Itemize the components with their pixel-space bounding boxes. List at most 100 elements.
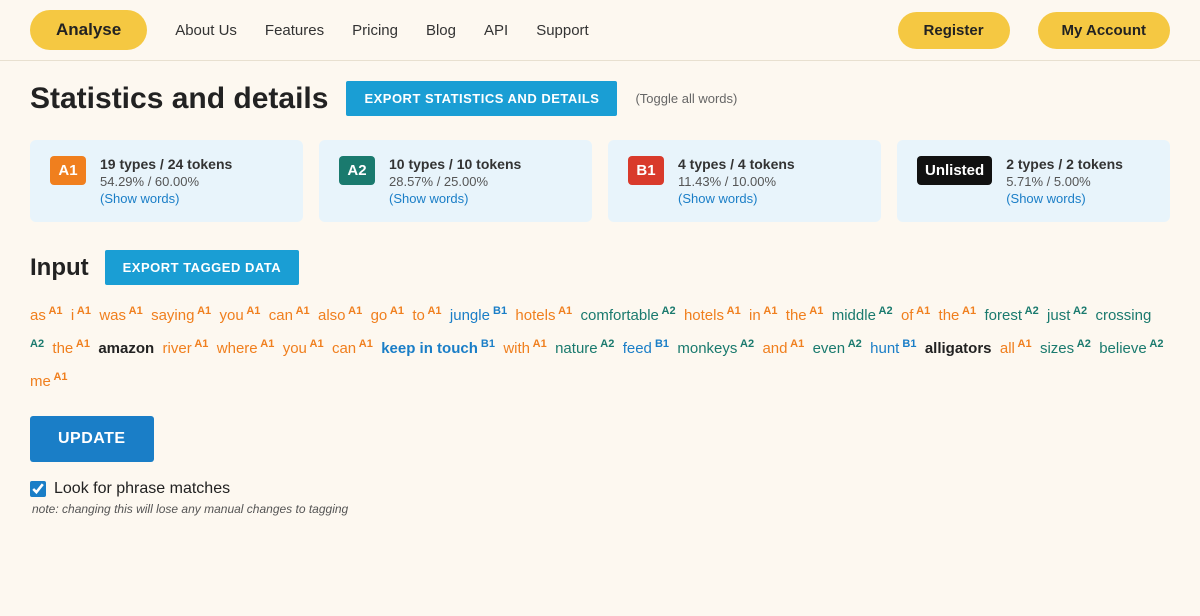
nav-api-link[interactable]: API (484, 22, 508, 39)
word-the3: the (52, 340, 73, 357)
a1-badge: A1 (50, 156, 86, 185)
tag-hunt: B1 (899, 338, 916, 350)
input-header: Input EXPORT TAGGED DATA (30, 250, 1170, 285)
page-header: Statistics and details EXPORT STATISTICS… (30, 81, 1170, 116)
tag-can2: A1 (356, 338, 373, 350)
unlisted-show-words-link[interactable]: (Show words) (1006, 191, 1123, 206)
word-hunt: hunt (870, 340, 899, 357)
b1-badge: B1 (628, 156, 664, 185)
b1-pct: 11.43% / 10.00% (678, 174, 795, 189)
nav-about-link[interactable]: About Us (175, 22, 237, 39)
tag-also: A1 (346, 305, 363, 317)
word-feed: feed (623, 340, 652, 357)
a1-types: 19 types / 24 tokens (100, 156, 232, 172)
tagged-text-area: as A1 i A1 was A1 saying A1 you A1 can A… (30, 299, 1170, 398)
word-can2: can (332, 340, 356, 357)
page-title: Statistics and details (30, 82, 328, 116)
tag-nature: A2 (598, 338, 615, 350)
word-jungle: jungle (450, 307, 490, 324)
tag-saying: A1 (194, 305, 211, 317)
input-title: Input (30, 254, 89, 282)
b1-show-words-link[interactable]: (Show words) (678, 191, 795, 206)
word-in: in (749, 307, 761, 324)
word-forest: forest (984, 307, 1022, 324)
tag-you2: A1 (307, 338, 324, 350)
a1-pct: 54.29% / 60.00% (100, 174, 232, 189)
tag-jungle: B1 (490, 305, 507, 317)
word-even: even (813, 340, 846, 357)
tag-all: A1 (1015, 338, 1032, 350)
a2-show-words-link[interactable]: (Show words) (389, 191, 521, 206)
tag-as: A1 (46, 305, 63, 317)
nav-support-link[interactable]: Support (536, 22, 589, 39)
word-all: all (1000, 340, 1015, 357)
stat-card-b1: B1 4 types / 4 tokens 11.43% / 10.00% (S… (608, 140, 881, 222)
toggle-all-words-link[interactable]: (Toggle all words) (635, 91, 737, 106)
nav-pricing-link[interactable]: Pricing (352, 22, 398, 39)
update-button[interactable]: UPDATE (30, 416, 154, 462)
a2-badge: A2 (339, 156, 375, 185)
tag-river: A1 (192, 338, 209, 350)
phrase-keep-in-touch: keep in touch (381, 340, 478, 357)
word-alligators: alligators (925, 340, 992, 357)
tag-feed: B1 (652, 338, 669, 350)
tag-middle: A2 (876, 305, 893, 317)
word-monkeys: monkeys (677, 340, 737, 357)
nav-features-link[interactable]: Features (265, 22, 324, 39)
tag-with: A1 (530, 338, 547, 350)
word-believe: believe (1099, 340, 1147, 357)
tag-hotels2: A1 (724, 305, 741, 317)
word-crossing: crossing (1095, 307, 1151, 324)
tag-crossing: A2 (30, 338, 44, 350)
word-the1: the (786, 307, 807, 324)
nav-analyse-button[interactable]: Analyse (30, 10, 147, 50)
tag-was: A1 (126, 305, 143, 317)
word-amazon: amazon (98, 340, 154, 357)
tag-hotels1: A1 (555, 305, 572, 317)
word-nature: nature (555, 340, 598, 357)
export-tagged-button[interactable]: EXPORT TAGGED DATA (105, 250, 300, 285)
phrase-match-note: note: changing this will lose any manual… (32, 502, 1170, 516)
word-comfortable: comfortable (581, 307, 659, 324)
a1-show-words-link[interactable]: (Show words) (100, 191, 232, 206)
word-as: as (30, 307, 46, 324)
b1-types: 4 types / 4 tokens (678, 156, 795, 172)
word-go: go (371, 307, 388, 324)
tag-where: A1 (258, 338, 275, 350)
word-where: where (217, 340, 258, 357)
tag-monkeys: A2 (737, 338, 754, 350)
tag-of: A1 (913, 305, 930, 317)
unlisted-badge: Unlisted (917, 156, 992, 185)
phrase-match-label[interactable]: Look for phrase matches (54, 480, 230, 498)
a2-pct: 28.57% / 25.00% (389, 174, 521, 189)
tag-the1: A1 (807, 305, 824, 317)
tag-keep-in-touch: B1 (478, 338, 495, 350)
word-hotels: hotels (515, 307, 555, 324)
navbar: Analyse About Us Features Pricing Blog A… (0, 0, 1200, 61)
tag-can: A1 (293, 305, 310, 317)
tag-forest: A2 (1022, 305, 1039, 317)
nav-myaccount-button[interactable]: My Account (1038, 12, 1170, 49)
tag-comfortable: A2 (659, 305, 676, 317)
word-to: to (412, 307, 425, 324)
word-saying: saying (151, 307, 194, 324)
phrase-match-container: Look for phrase matches (30, 480, 1170, 498)
stats-cards: A1 19 types / 24 tokens 54.29% / 60.00% … (30, 140, 1170, 222)
tag-the2: A1 (959, 305, 976, 317)
nav-blog-link[interactable]: Blog (426, 22, 456, 39)
word-just: just (1047, 307, 1070, 324)
phrase-match-checkbox[interactable] (30, 481, 46, 497)
word-and: and (762, 340, 787, 357)
word-of: of (901, 307, 914, 324)
word-middle: middle (832, 307, 876, 324)
export-statistics-button[interactable]: EXPORT STATISTICS AND DETAILS (346, 81, 617, 116)
tag-to: A1 (425, 305, 442, 317)
tag-and: A1 (788, 338, 805, 350)
tag-i: A1 (74, 305, 91, 317)
nav-register-button[interactable]: Register (898, 12, 1010, 49)
main-content: Statistics and details EXPORT STATISTICS… (0, 61, 1200, 536)
word-can: can (269, 307, 293, 324)
stat-card-a2: A2 10 types / 10 tokens 28.57% / 25.00% … (319, 140, 592, 222)
word-was: was (99, 307, 126, 324)
tag-in: A1 (761, 305, 778, 317)
